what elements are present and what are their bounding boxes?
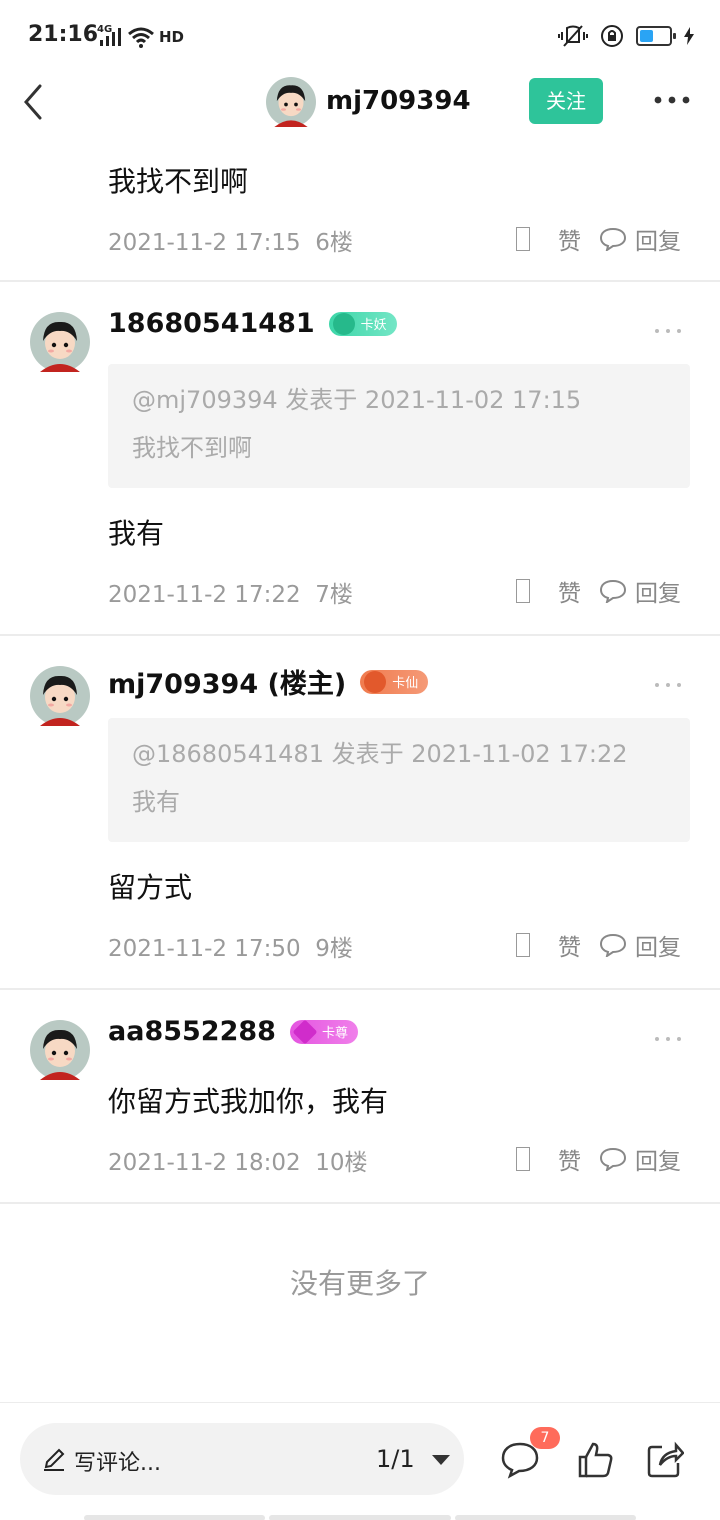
battery-icon [636, 26, 676, 46]
comment-bubble-icon [599, 1147, 627, 1171]
reply-button[interactable]: 回复 [599, 222, 681, 256]
like-button[interactable]: 赞 [558, 928, 581, 962]
status-bar: 21:16 4G HD [0, 0, 720, 72]
reply-floor: 10楼 [315, 1150, 368, 1176]
reply-label: 回复 [635, 935, 681, 961]
lock-rotation-icon [601, 25, 623, 47]
wifi-icon [128, 27, 154, 48]
avatar[interactable] [30, 666, 90, 726]
header-username: mj709394 [326, 86, 471, 116]
reply-text: 我有 [108, 517, 165, 550]
star-icon [332, 312, 355, 335]
status-time: 21:16 [28, 22, 99, 47]
like-button[interactable]: 赞 [558, 574, 581, 608]
quoted-reply: @18680541481 发表于 2021-11-02 17:22 我有 [108, 718, 690, 842]
reply-meta: 2021-11-2 17:15 6楼 [108, 223, 353, 257]
badge-label: 卡仙 [392, 676, 419, 691]
quote-text: 我有 [132, 788, 180, 816]
reply-actions: 赞 回复 [516, 928, 681, 962]
like-thumb-icon[interactable] [576, 1441, 614, 1479]
avatar[interactable] [266, 77, 316, 127]
list-item: 18680541481 卡妖 @mj709394 发表于 2021-11-02 … [0, 282, 720, 636]
list-item: 我找不到啊 2021-11-2 17:15 6楼 赞 回复 [0, 132, 720, 282]
pen-icon [44, 1448, 65, 1471]
comment-placeholder: 写评论... [74, 1451, 161, 1476]
diamond-icon [292, 1019, 318, 1044]
missing-glyph-icon [516, 227, 530, 251]
badge-label: 卡尊 [321, 1026, 348, 1041]
quote-header: @mj709394 发表于 2021-11-02 17:15 [132, 386, 582, 414]
end-of-list-text: 没有更多了 [289, 1267, 430, 1300]
comment-bubble-icon [599, 579, 627, 603]
quoted-reply: @mj709394 发表于 2021-11-02 17:15 我找不到啊 [108, 364, 690, 488]
reply-username[interactable]: 18680541481 [108, 308, 315, 339]
comment-bubble-icon [599, 933, 627, 957]
user-row: mj709394 (楼主) 卡仙 [108, 662, 429, 701]
comment-count-badge: 7 [530, 1427, 560, 1449]
charging-icon [684, 27, 694, 45]
missing-glyph-icon [516, 579, 530, 603]
more-options-icon[interactable] [654, 1035, 682, 1043]
avatar[interactable] [30, 1020, 90, 1080]
like-button[interactable]: 赞 [558, 222, 581, 256]
level-badge: 卡仙 [360, 669, 429, 694]
caret-down-icon[interactable] [432, 1455, 450, 1465]
quote-header: @18680541481 发表于 2021-11-02 17:22 [132, 740, 628, 768]
reply-text: 留方式 [108, 871, 193, 904]
reply-button[interactable]: 回复 [599, 928, 681, 962]
list-item: mj709394 (楼主) 卡仙 @18680541481 发表于 2021-1… [0, 636, 720, 990]
reply-timestamp: 2021-11-2 17:50 [108, 936, 301, 962]
list-item: aa8552288 卡尊 你留方式我加你，我有 2021-11-2 18:02 … [0, 990, 720, 1204]
reply-floor: 9楼 [315, 936, 353, 962]
reply-username[interactable]: aa8552288 [108, 1016, 276, 1047]
status-icons-right [558, 22, 694, 50]
reply-meta: 2021-11-2 17:22 7楼 [108, 575, 353, 609]
comment-bubble-icon [599, 227, 627, 251]
follow-button[interactable]: 关注 [529, 78, 603, 124]
bottom-toolbar: 写评论... 1/1 7 [0, 1402, 720, 1520]
hd-label: HD [159, 28, 185, 46]
share-icon[interactable] [646, 1441, 684, 1479]
more-options-icon[interactable] [654, 327, 682, 335]
reply-floor: 7楼 [315, 582, 353, 608]
avatar[interactable] [30, 312, 90, 372]
badge-label: 卡妖 [360, 318, 387, 333]
reply-button[interactable]: 回复 [599, 574, 681, 608]
level-badge: 卡妖 [328, 311, 397, 336]
user-row: aa8552288 卡尊 [108, 1016, 358, 1047]
missing-glyph-icon [516, 933, 530, 957]
user-row: 18680541481 卡妖 [108, 308, 397, 339]
signal-icon [100, 28, 121, 46]
more-options-icon[interactable] [650, 86, 694, 114]
reply-meta: 2021-11-2 18:02 10楼 [108, 1143, 368, 1177]
top-nav-bar: mj709394 关注 [0, 72, 720, 132]
quote-text: 我找不到啊 [132, 434, 252, 462]
vibrate-icon [558, 25, 588, 47]
reply-list: 我找不到啊 2021-11-2 17:15 6楼 赞 回复 1868054148… [0, 132, 720, 1204]
reply-timestamp: 2021-11-2 18:02 [108, 1150, 301, 1176]
reply-label: 回复 [635, 1149, 681, 1175]
level-badge: 卡尊 [289, 1019, 358, 1044]
like-button[interactable]: 赞 [558, 1142, 581, 1176]
reply-actions: 赞 回复 [516, 1142, 681, 1176]
more-options-icon[interactable] [654, 681, 682, 689]
reply-label: 回复 [635, 581, 681, 607]
reply-username[interactable]: mj709394 (楼主) [108, 662, 346, 701]
reply-actions: 赞 回复 [516, 222, 681, 256]
reply-meta: 2021-11-2 17:50 9楼 [108, 929, 353, 963]
reply-timestamp: 2021-11-2 17:22 [108, 582, 301, 608]
home-indicator [84, 1515, 636, 1520]
reply-actions: 赞 回复 [516, 574, 681, 608]
reply-floor: 6楼 [315, 230, 353, 256]
missing-glyph-icon [516, 1147, 530, 1171]
reply-label: 回复 [635, 229, 681, 255]
comment-input[interactable]: 写评论... 1/1 [20, 1423, 464, 1495]
reply-text: 我找不到啊 [108, 165, 249, 198]
page-indicator[interactable]: 1/1 [376, 1445, 415, 1473]
crown-icon [364, 670, 387, 693]
reply-timestamp: 2021-11-2 17:15 [108, 230, 301, 256]
back-arrow-icon[interactable] [18, 80, 50, 124]
reply-button[interactable]: 回复 [599, 1142, 681, 1176]
reply-text: 你留方式我加你，我有 [108, 1085, 389, 1118]
